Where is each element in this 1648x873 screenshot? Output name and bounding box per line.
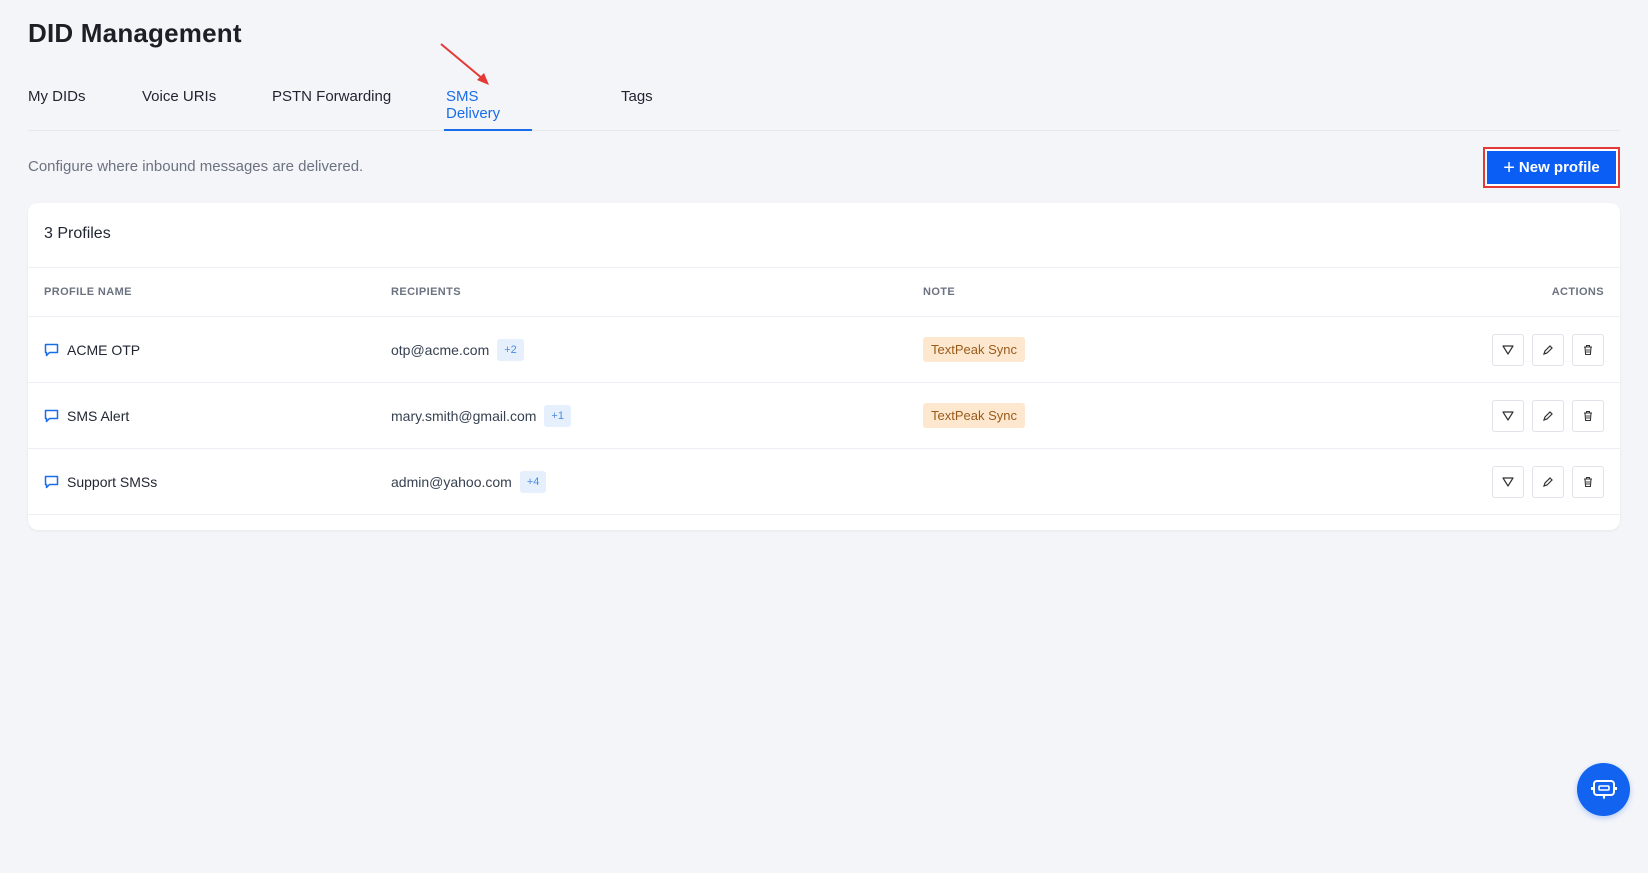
trash-icon — [1584, 410, 1592, 421]
edit-button[interactable] — [1532, 465, 1564, 498]
recipient-email: mary.smith@gmail.com — [391, 407, 537, 424]
chatbot-icon — [1590, 779, 1617, 799]
trash-icon — [1584, 476, 1592, 487]
tab-my-dids[interactable]: My DIDs — [28, 88, 86, 131]
note-tag: TextPeak Sync — [923, 337, 1025, 362]
pencil-icon — [1543, 410, 1553, 421]
tab-pstn-forwarding[interactable]: PSTN Forwarding — [272, 88, 391, 131]
pencil-icon — [1543, 344, 1553, 355]
annotation-arrow-icon — [440, 43, 489, 85]
extra-recipients-badge[interactable]: +2 — [497, 338, 524, 361]
new-profile-button[interactable]: + New profile — [1483, 147, 1620, 188]
extra-recipients-badge[interactable]: +1 — [544, 404, 571, 427]
edit-button[interactable] — [1532, 333, 1564, 366]
filter-icon — [1502, 344, 1514, 355]
edit-button[interactable] — [1532, 399, 1564, 432]
trash-icon — [1584, 344, 1592, 355]
message-icon — [44, 343, 59, 356]
chat-support-button[interactable] — [1577, 763, 1630, 816]
profile-name[interactable]: ACME OTP — [67, 342, 140, 358]
table-row: Support SMSs admin@yahoo.com +4 — [28, 449, 1620, 514]
profile-name[interactable]: SMS Alert — [67, 408, 129, 424]
tab-voice-uris[interactable]: Voice URIs — [142, 88, 216, 131]
note-tag: TextPeak Sync — [923, 403, 1025, 428]
page-subtitle: Configure where inbound messages are del… — [28, 158, 364, 175]
profile-name[interactable]: Support SMSs — [67, 474, 157, 490]
filter-icon — [1502, 476, 1514, 487]
new-profile-label: New profile — [1518, 159, 1600, 176]
table-row: SMS Alert mary.smith@gmail.com +1 TextPe… — [28, 383, 1620, 448]
filter-button[interactable] — [1492, 333, 1524, 366]
recipient-email: admin@yahoo.com — [391, 473, 512, 490]
tab-tags[interactable]: Tags — [621, 88, 653, 131]
message-icon — [44, 475, 59, 488]
filter-icon — [1502, 410, 1514, 421]
header-actions: ACTIONS — [1551, 286, 1604, 298]
page-title: DID Management — [28, 18, 242, 48]
delete-button[interactable] — [1572, 333, 1604, 366]
tab-sms-delivery[interactable]: SMS Delivery — [444, 88, 532, 131]
filter-button[interactable] — [1492, 399, 1524, 432]
tab-bar: My DIDs Voice URIs PSTN Forwarding SMS D… — [28, 78, 1620, 131]
message-icon — [44, 409, 59, 422]
table-row: ACME OTP otp@acme.com +2 TextPeak Sync — [28, 317, 1620, 382]
header-profile-name: PROFILE NAME — [44, 286, 132, 298]
delete-button[interactable] — [1572, 399, 1604, 432]
recipient-email: otp@acme.com — [391, 341, 490, 358]
profiles-card: 3 Profiles PROFILE NAME RECIPIENTS NOTE … — [28, 203, 1620, 530]
delete-button[interactable] — [1572, 465, 1604, 498]
filter-button[interactable] — [1492, 465, 1524, 498]
header-note: NOTE — [923, 286, 956, 298]
extra-recipients-badge[interactable]: +4 — [519, 470, 547, 493]
plus-icon: + — [1503, 156, 1515, 179]
profiles-count: 3 Profiles — [44, 225, 111, 242]
header-recipients: RECIPIENTS — [391, 286, 462, 298]
pencil-icon — [1543, 476, 1553, 487]
